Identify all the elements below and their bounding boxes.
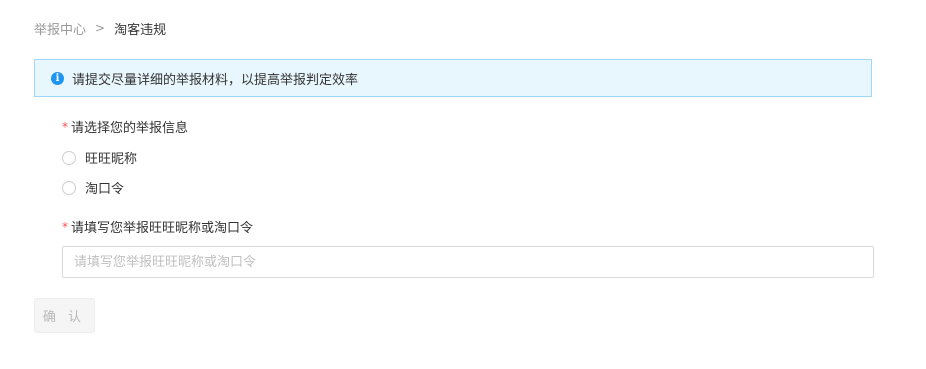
breadcrumb-separator: > (95, 21, 106, 35)
radio-option-wangwang-nickname[interactable]: 旺旺昵称 (62, 148, 137, 167)
breadcrumb-report-center-link[interactable]: 举报中心 (34, 19, 86, 38)
radio-option-taokouling[interactable]: 淘口令 (62, 178, 124, 197)
info-icon: i (51, 71, 64, 85)
breadcrumb: 举报中心 > 淘客违规 (34, 19, 167, 38)
info-alert: i 请提交尽量详细的举报材料，以提高举报判定效率 (34, 59, 872, 97)
report-info-type-label: * 请选择您的举报信息 (62, 117, 189, 137)
radio-circle-icon[interactable] (62, 180, 76, 195)
report-target-label-text: 请填写您举报旺旺昵称或淘口令 (71, 221, 254, 236)
radio-option-label: 淘口令 (85, 182, 125, 197)
required-mark: * (62, 119, 68, 134)
radio-option-label: 旺旺昵称 (85, 152, 138, 167)
info-alert-text: 请提交尽量详细的举报材料，以提高举报判定效率 (72, 72, 359, 88)
report-target-input[interactable] (62, 246, 874, 278)
required-mark: * (62, 219, 68, 234)
report-info-type-label-text: 请选择您的举报信息 (71, 121, 189, 136)
report-target-label: * 请填写您举报旺旺昵称或淘口令 (62, 217, 254, 237)
radio-circle-icon[interactable] (62, 150, 76, 165)
breadcrumb-current-page: 淘客违规 (114, 22, 167, 38)
confirm-button[interactable]: 确 认 (34, 298, 95, 333)
